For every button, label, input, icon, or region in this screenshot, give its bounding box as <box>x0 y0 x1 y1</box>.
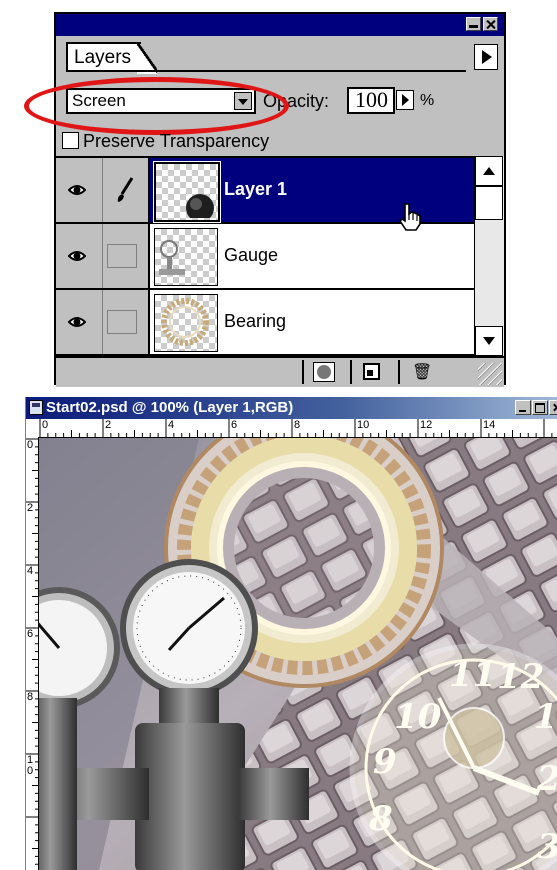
ruler-label: 10 <box>357 419 370 431</box>
svg-text:2: 2 <box>536 759 557 799</box>
palette-footer: 🗑 <box>56 356 504 387</box>
scroll-down-button[interactable] <box>475 326 503 356</box>
preserve-transparency-checkbox[interactable] <box>62 132 79 149</box>
document-window: Start02.psd @ 100% (Layer 1,RGB) 0 2 4 6… <box>25 397 557 870</box>
tab-divider <box>66 70 466 72</box>
svg-text:3: 3 <box>537 827 557 867</box>
layer-thumbnail <box>154 228 218 286</box>
new-layer-icon <box>363 363 380 380</box>
opacity-input[interactable]: 100 <box>347 87 395 114</box>
ruler-label: 0 <box>42 419 49 431</box>
mask-icon <box>313 362 335 382</box>
ruler-label: 2 <box>105 419 112 431</box>
edit-toggle[interactable] <box>102 290 150 354</box>
svg-text:12: 12 <box>497 657 544 697</box>
ruler-label: 8 <box>294 419 301 431</box>
resize-grip[interactable] <box>478 363 502 385</box>
ruler-label: 1 0 <box>27 754 34 777</box>
preserve-transparency-label: Preserve Transparency <box>83 131 270 151</box>
minimize-button[interactable] <box>466 17 481 31</box>
ruler-label: 4 <box>168 419 175 431</box>
empty-brush-slot <box>107 310 137 334</box>
tab-layers[interactable]: Layers <box>66 42 158 74</box>
layer-list: Layer 1 Gauge Bearing <box>56 156 474 358</box>
maximize-button[interactable] <box>532 400 548 415</box>
image-canvas[interactable]: 12 1 2 3 11 10 9 8 <box>39 438 557 870</box>
svg-text:9: 9 <box>373 742 397 782</box>
delete-layer-button[interactable]: 🗑 <box>398 360 440 384</box>
layer-name: Layer 1 <box>224 179 288 199</box>
highlight-annotation <box>24 77 289 135</box>
layer-name: Bearing <box>224 311 287 331</box>
ruler-label: 6 <box>27 628 34 640</box>
svg-text:11: 11 <box>449 655 496 695</box>
visibility-toggle[interactable] <box>56 158 103 222</box>
composite-image: 12 1 2 3 11 10 9 8 <box>39 438 557 870</box>
vertical-ruler[interactable]: 0 2 4 6 8 1 0 <box>26 437 39 870</box>
visibility-toggle[interactable] <box>56 224 103 288</box>
empty-brush-slot <box>107 244 137 268</box>
ruler-label: 2 <box>27 502 34 514</box>
svg-text:1: 1 <box>534 697 557 737</box>
eye-icon <box>68 251 86 261</box>
scroll-up-button[interactable] <box>475 156 503 186</box>
document-icon <box>29 400 43 415</box>
hand-cursor-icon <box>398 203 421 231</box>
palette-title-bar[interactable] <box>56 14 504 36</box>
ruler-label: 12 <box>420 419 433 431</box>
ruler-label: 14 <box>483 419 496 431</box>
svg-text:10: 10 <box>394 697 442 737</box>
opacity-unit: % <box>420 92 435 109</box>
eye-icon <box>68 317 86 327</box>
layer-row[interactable]: Gauge <box>56 224 474 290</box>
layer-thumbnail <box>154 294 218 352</box>
edit-toggle[interactable] <box>102 224 150 288</box>
brush-icon <box>117 177 134 202</box>
palette-menu-button[interactable] <box>474 44 498 70</box>
svg-text:8: 8 <box>368 799 393 839</box>
ruler-label: 6 <box>231 419 238 431</box>
document-title-bar[interactable]: Start02.psd @ 100% (Layer 1,RGB) <box>26 397 557 419</box>
minimize-button[interactable] <box>515 400 531 415</box>
new-layer-button[interactable] <box>350 360 392 384</box>
trash-icon: 🗑 <box>412 362 433 381</box>
close-button[interactable] <box>483 17 498 31</box>
ruler-label: 4 <box>27 565 34 577</box>
document-title: Start02.psd @ 100% (Layer 1,RGB) <box>46 399 294 416</box>
ruler-label: 8 <box>27 691 34 703</box>
layer-list-scrollbar[interactable] <box>474 156 504 356</box>
add-mask-button[interactable] <box>302 360 344 384</box>
edit-toggle[interactable] <box>102 158 150 222</box>
layer-thumbnail <box>153 161 221 223</box>
layers-palette: Layers Screen Opacity: 100 % Preserve Tr… <box>24 12 506 387</box>
close-button[interactable] <box>549 400 557 415</box>
horizontal-ruler[interactable]: 0 2 4 6 8 10 12 14 <box>38 419 557 438</box>
layer-name: Gauge <box>224 245 279 265</box>
scroll-thumb[interactable] <box>475 186 503 220</box>
opacity-slider-button[interactable] <box>396 90 414 110</box>
eye-icon <box>68 185 86 195</box>
visibility-toggle[interactable] <box>56 290 103 354</box>
layer-row[interactable]: Bearing <box>56 290 474 356</box>
ruler-label: 0 <box>27 439 34 451</box>
